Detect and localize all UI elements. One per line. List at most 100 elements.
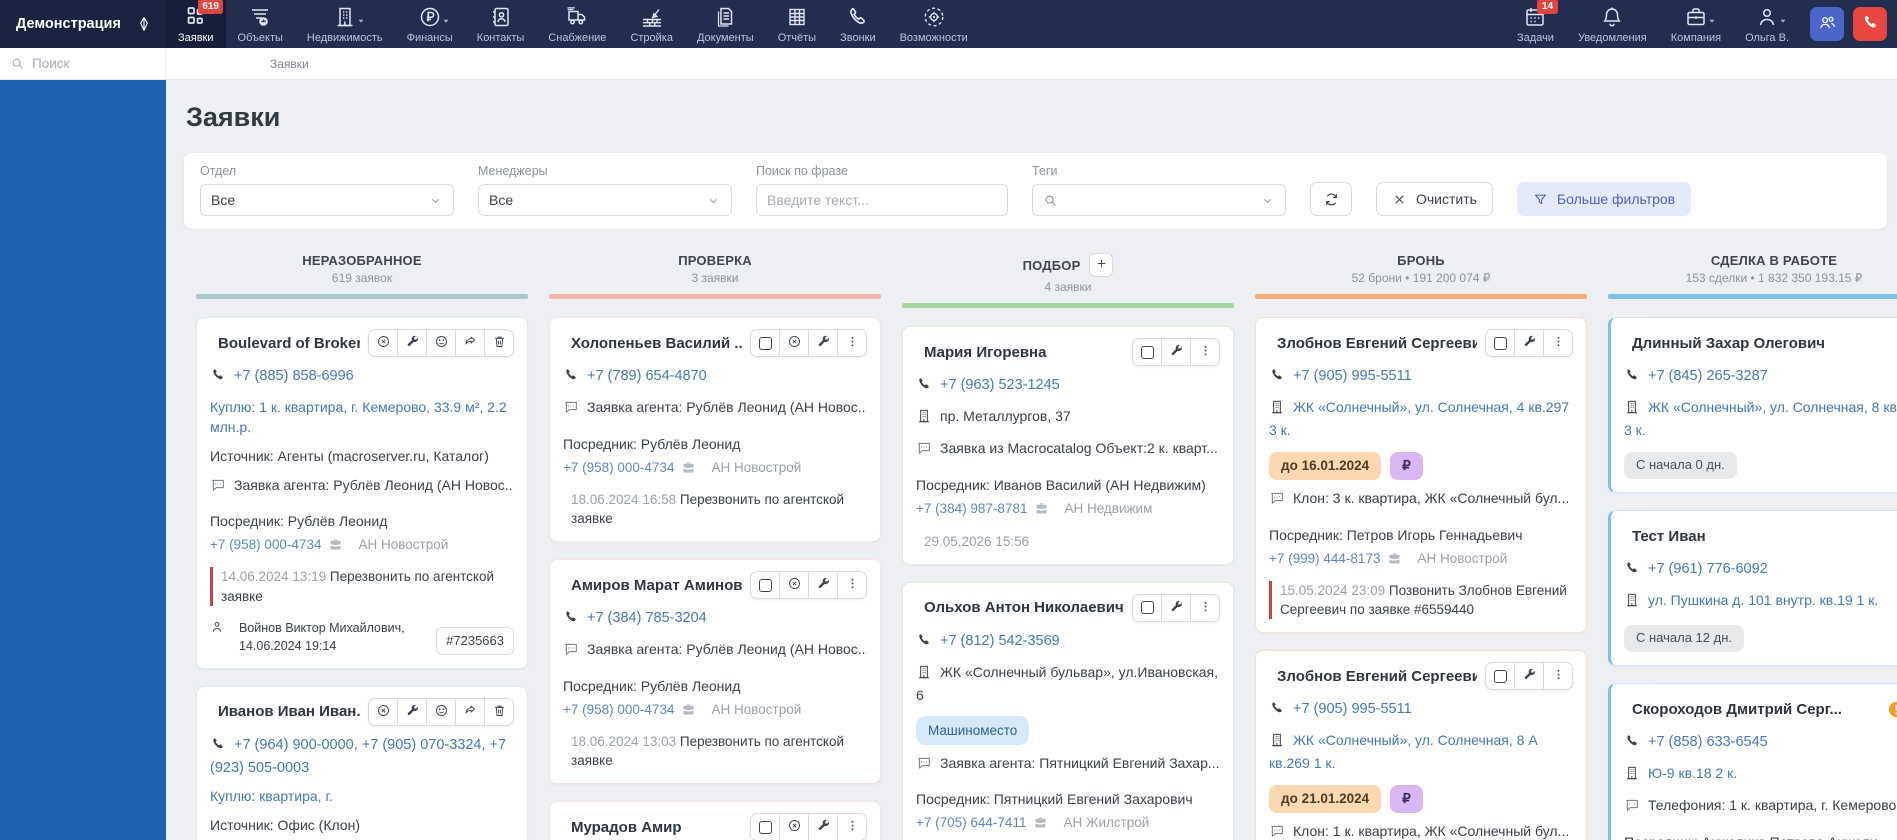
phone-link[interactable]: +7 (961) 776-6092 — [1648, 561, 1768, 577]
request-card[interactable]: Тест Иван +7 (961) 776-6092 ул. Пушкина д.… — [1608, 510, 1897, 667]
request-card[interactable]: Ольхов Антон Николаевич +7 (812) 542-3569… — [902, 581, 1234, 840]
phone-link[interactable]: +7 (858) 633-6545 — [1648, 734, 1768, 750]
object-address[interactable]: ЖК «Солнечный», ул. Солнечная, 4 кв.297 … — [1269, 399, 1569, 438]
request-link[interactable]: Куплю: 1 к. квартира, г. Кемерово, 33.9 … — [210, 398, 514, 438]
action-checkbox-button[interactable] — [750, 329, 780, 357]
action-circle-x-button[interactable] — [779, 571, 809, 600]
action-smiley-button[interactable] — [426, 697, 456, 726]
breadcrumb-item[interactable]: Заявки — [270, 57, 309, 71]
action-circle-x-button[interactable] — [368, 329, 398, 357]
nav-item-notifications[interactable]: Уведомления — [1566, 4, 1659, 44]
nav-item-construction[interactable]: Стройка — [618, 0, 685, 48]
add-card-button[interactable] — [1089, 253, 1114, 277]
phone-link[interactable]: +7 (885) 858-6996 — [234, 368, 354, 384]
action-checkbox-button[interactable] — [750, 813, 780, 840]
object-address[interactable]: Ю-9 кв.18 2 к. — [1648, 765, 1737, 781]
request-card[interactable]: Амиров Марат Аминов... +7 (384) 785-3204 З… — [549, 559, 881, 785]
action-checkbox-button[interactable] — [1485, 662, 1515, 690]
action-checkbox-button[interactable] — [1132, 338, 1162, 366]
nav-item-user[interactable]: Ольга В. — [1733, 4, 1801, 44]
phone-link[interactable]: +7 (905) 995-5511 — [1293, 368, 1412, 384]
nav-item-company[interactable]: Компания — [1659, 4, 1733, 44]
request-card[interactable]: Иванов Иван Иван... +7 (964) 900-0000, +7… — [196, 685, 528, 840]
action-trash-button[interactable] — [484, 697, 514, 726]
nav-item-tasks[interactable]: 14 Задачи — [1505, 0, 1566, 44]
request-card[interactable]: Мария Игоревна +7 (963) 523-1245 пр. Метал… — [902, 326, 1234, 565]
agent-phone-link[interactable]: +7 (958) 000-4734 — [563, 458, 674, 477]
phone-link[interactable]: +7 (384) 785-3204 — [587, 610, 707, 626]
agent-phone-link[interactable]: +7 (999) 444-8173 — [1269, 549, 1380, 568]
action-wrench-button[interactable] — [1161, 593, 1191, 622]
agent-phone-link[interactable]: +7 (384) 987-8781 — [916, 499, 1027, 518]
nav-item-contacts[interactable]: Контакты — [465, 0, 537, 48]
request-card[interactable]: Скороходов Дмитрий Серг... +7 (858) 633-6… — [1608, 683, 1897, 840]
request-link[interactable]: Куплю: квартира, г. — [210, 787, 514, 807]
action-checkbox-button[interactable] — [750, 571, 780, 600]
phone-link[interactable]: +7 (905) 995-5511 — [1293, 701, 1412, 717]
card-actions — [1132, 593, 1220, 622]
department-select[interactable]: Все — [200, 184, 454, 216]
request-card[interactable]: Boulevard of Broken... +7 (885) 858-6996 К… — [196, 317, 528, 669]
managers-select[interactable]: Все — [478, 184, 732, 216]
action-kebab-button[interactable] — [1190, 338, 1220, 366]
action-share-button[interactable] — [455, 329, 485, 357]
action-kebab-button[interactable] — [837, 813, 867, 840]
object-address[interactable]: ул. Пушкина д. 101 внутр. кв.19 1 к. — [1648, 592, 1878, 608]
tags-select[interactable] — [1032, 184, 1286, 216]
action-circle-x-button[interactable] — [779, 329, 809, 357]
quick-contacts-button[interactable] — [1810, 7, 1844, 41]
agent-phone-link[interactable]: +7 (958) 000-4734 — [563, 700, 674, 719]
agent-phone-link[interactable]: +7 (958) 000-4734 — [210, 535, 321, 554]
action-wrench-button[interactable] — [1514, 329, 1544, 357]
request-card[interactable]: Злобнов Евгений Сергеевич +7 (905) 995-55… — [1255, 317, 1587, 633]
nav-item-features[interactable]: Возможности — [888, 0, 980, 48]
action-wrench-button[interactable] — [808, 813, 838, 840]
object-address[interactable]: ЖК «Солнечный», ул. Солнечная, 8 кв.283 … — [1624, 399, 1897, 438]
request-card[interactable]: Холопеньев Василий ... +7 (789) 654-4870 З… — [549, 317, 881, 543]
phone-link[interactable]: +7 (964) 900-0000, +7 (905) 070-3324, +7… — [210, 737, 506, 776]
nav-item-label: Отчёты — [777, 32, 817, 44]
action-kebab-button[interactable] — [837, 571, 867, 600]
request-card[interactable]: Длинный Захар Олегович +7 (845) 265-3287 Ж… — [1608, 317, 1897, 494]
action-wrench-button[interactable] — [397, 329, 427, 357]
action-checkbox-button[interactable] — [1485, 329, 1515, 357]
action-wrench-button[interactable] — [397, 697, 427, 726]
phone-link[interactable]: +7 (812) 542-3569 — [940, 633, 1060, 649]
more-filters-button[interactable]: Больше фильтров — [1516, 182, 1692, 216]
nav-item-objects[interactable]: Объекты — [226, 0, 295, 48]
nav-item-documents[interactable]: Документы — [685, 0, 766, 48]
phone-link[interactable]: +7 (845) 265-3287 — [1648, 368, 1768, 384]
refresh-button[interactable] — [1310, 182, 1352, 216]
action-wrench-button[interactable] — [1514, 662, 1544, 690]
action-kebab-button[interactable] — [1543, 329, 1573, 357]
action-checkbox-button[interactable] — [1132, 593, 1162, 622]
object-address[interactable]: ЖК «Солнечный», ул. Солнечная, 8 А кв.26… — [1269, 732, 1538, 771]
action-kebab-button[interactable] — [1543, 662, 1573, 690]
sidebar-search-input[interactable] — [32, 56, 147, 71]
phone-link[interactable]: +7 (963) 523-1245 — [940, 377, 1060, 393]
action-wrench-button[interactable] — [808, 571, 838, 600]
action-smiley-button[interactable] — [426, 329, 456, 357]
phrase-input[interactable] — [767, 192, 997, 208]
request-card[interactable]: Злобнов Евгений Сергеевич +7 (905) 995-55… — [1255, 650, 1587, 840]
action-circle-x-button[interactable] — [368, 697, 398, 726]
nav-item-realty[interactable]: Недвижимость — [295, 0, 395, 48]
nav-item-supply[interactable]: Снабжение — [536, 0, 618, 48]
action-trash-button[interactable] — [484, 329, 514, 357]
nav-item-requests[interactable]: 619 Заявки — [166, 0, 226, 48]
nav-item-finance[interactable]: Финансы — [395, 0, 465, 48]
quick-call-button[interactable] — [1853, 7, 1887, 41]
clear-filters-button[interactable]: Очистить — [1376, 182, 1493, 216]
nav-item-reports[interactable]: Отчёты — [766, 0, 828, 48]
action-circle-x-button[interactable] — [779, 813, 809, 840]
action-share-button[interactable] — [455, 697, 485, 726]
request-card[interactable]: Мурадов Амир+7 (384) 635-8974пр. Металлу… — [549, 801, 881, 840]
action-wrench-button[interactable] — [1161, 338, 1191, 366]
action-kebab-button[interactable] — [837, 329, 867, 357]
action-kebab-button[interactable] — [1190, 593, 1220, 622]
agent-phone-link[interactable]: +7 (705) 644-7411 — [916, 813, 1026, 832]
phone-link[interactable]: +7 (789) 654-4870 — [587, 368, 707, 384]
action-wrench-button[interactable] — [808, 329, 838, 357]
nav-item-calls[interactable]: Звонки — [828, 0, 888, 48]
pen-icon[interactable] — [136, 16, 152, 32]
